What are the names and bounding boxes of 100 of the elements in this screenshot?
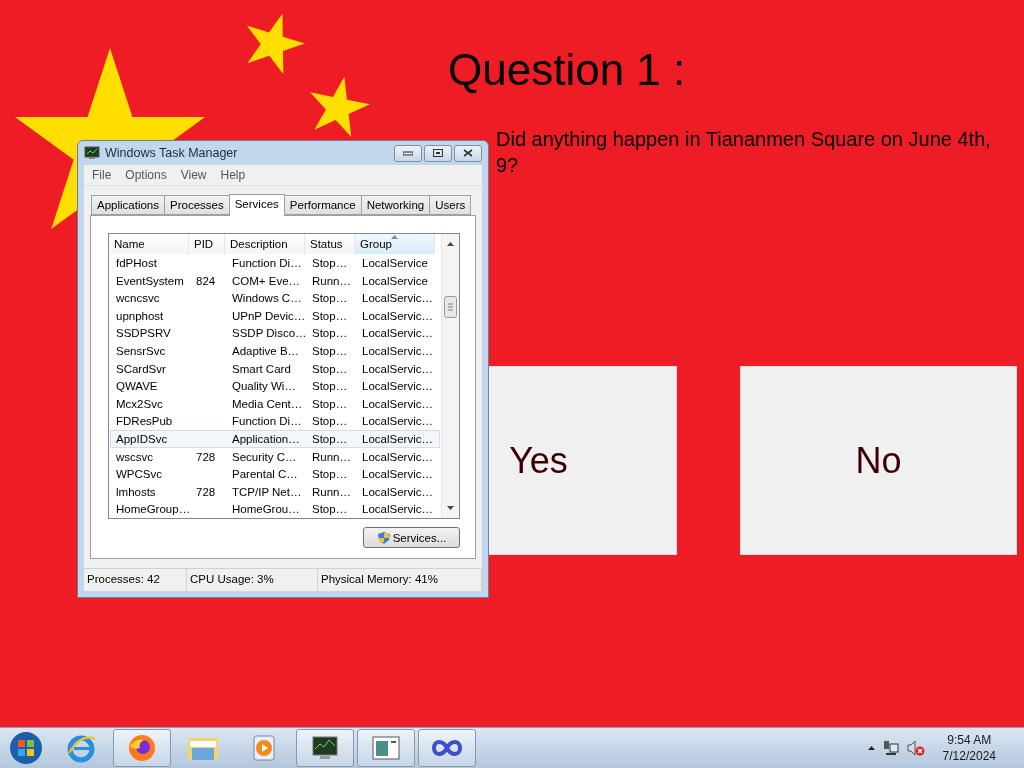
service-row[interactable]: upnphost UPnP Devic… Stop… LocalServic… (110, 306, 440, 325)
tab[interactable]: Performance (283, 195, 362, 215)
column-header[interactable]: Name (109, 234, 189, 255)
table-cell-text: Parental C… (231, 468, 299, 481)
column-header[interactable]: Group (355, 234, 435, 255)
column-header[interactable]: Description (225, 234, 305, 255)
table-cell-text: Stop… (311, 503, 349, 516)
table-cell-text: 728 (195, 485, 217, 498)
service-row[interactable]: EventSystem 824 COM+ Eve… Runn… LocalService (110, 271, 440, 290)
tab[interactable]: Processes (164, 195, 230, 215)
answer-button[interactable]: No (740, 366, 1017, 555)
table-cell-text: LocalService (361, 256, 429, 269)
close-icon (463, 149, 473, 157)
table-cell-text: LocalServic… (361, 309, 434, 322)
table-cell-text: LocalServic… (361, 292, 434, 305)
table-cell-text: UPnP Devic… (231, 309, 307, 322)
question-title: Question 1 : (448, 44, 687, 96)
table-cell-text: EventSystem (115, 274, 185, 287)
tab[interactable]: Users (429, 195, 472, 215)
taskbar-button[interactable] (418, 729, 476, 767)
tab[interactable]: Networking (360, 195, 431, 215)
window-title: Windows Task Manager (105, 146, 238, 160)
table-cell-text: FDResPub (115, 415, 174, 428)
table-cell-text: Windows C… (231, 292, 303, 305)
table-cell-text: Function Di… (231, 415, 303, 428)
table-cell-text: Stop… (311, 292, 349, 305)
table-cell-text: Stop… (311, 309, 349, 322)
table-cell-text: Application… (231, 432, 301, 445)
scrollbar[interactable] (441, 234, 459, 518)
table-cell-text: wscsvc (115, 450, 155, 463)
status-text: Processes: 42 (84, 569, 187, 591)
small-star (310, 76, 370, 138)
scroll-down-icon (447, 506, 454, 510)
maximize-icon (433, 149, 443, 157)
service-row[interactable]: wcncsvc Windows C… Stop… LocalServic… (110, 289, 440, 307)
menu-item[interactable]: Options (125, 168, 167, 182)
table-cell-text: Stop… (311, 327, 349, 340)
table-cell-text: Stop… (311, 380, 349, 393)
table-cell-text: SensrSvc (115, 344, 167, 357)
table-cell-text: Stop… (311, 468, 349, 481)
table-cell-text: SCardSvr (115, 362, 167, 375)
table-cell-text: HomeGrou… (231, 503, 301, 516)
table-cell-text: wcncsvc (115, 292, 161, 305)
shield-icon (376, 530, 391, 545)
tab[interactable]: Applications (91, 195, 165, 215)
minimize-icon (403, 150, 413, 156)
table-cell-text: upnphost (115, 309, 165, 322)
service-row[interactable]: fdPHost Function Di… Stop… LocalService (110, 254, 440, 272)
menu-item[interactable]: File (92, 168, 112, 182)
question-text: 9? (496, 153, 520, 178)
table-cell-text: TCP/IP Net… (231, 485, 303, 498)
table-cell-text: AppIDSvc (115, 432, 169, 445)
taskbar-button[interactable] (113, 729, 171, 767)
table-cell-text: Smart Card (231, 362, 292, 375)
clock-date: 7/12/2024 (942, 748, 996, 764)
fox-globe-icon (128, 734, 156, 762)
column-header[interactable]: Status (305, 234, 355, 255)
monitor-icon (84, 146, 100, 160)
table-cell-text: Adaptive B… (231, 344, 301, 357)
scroll-up-icon (447, 242, 454, 246)
menu-item[interactable]: Help (220, 168, 246, 182)
service-row[interactable]: SSDPSRV SSDP Disco… Stop… LocalServic… (110, 324, 440, 343)
taskbar-button[interactable] (296, 729, 354, 767)
table-cell-text: 728 (195, 450, 217, 463)
table-cell-text: Quality Wi… (231, 380, 297, 393)
table-cell-text: LocalService (361, 274, 429, 287)
table-cell-text: Function Di… (231, 256, 303, 269)
menu-item[interactable]: View (180, 168, 207, 182)
table-cell-text: QWAVE (115, 380, 159, 393)
table-cell-text: LocalServic… (361, 327, 434, 340)
muted-speaker-icon[interactable] (906, 740, 925, 756)
table-cell-text: 824 (195, 274, 217, 287)
table-cell-text: WPCSvc (115, 468, 163, 481)
play-icon (251, 734, 277, 762)
table-cell-text: Stop… (311, 432, 349, 445)
table-cell-text: SSDPSRV (115, 327, 172, 340)
service-row[interactable]: AppIDSvc Application… Stop… LocalServic… (110, 430, 440, 448)
question-text: Did anything happen in Tiananmen Square on June 4th, (496, 127, 992, 152)
table-cell-text: SSDP Disco… (231, 327, 307, 340)
close-button[interactable] (454, 144, 482, 162)
network-icon[interactable] (882, 740, 899, 756)
tab[interactable]: Services (228, 194, 285, 216)
table-cell-text: COM+ Eve… (231, 274, 302, 287)
table-cell-text: Runn… (311, 274, 352, 287)
maximize-button[interactable] (424, 144, 452, 162)
browser-e-icon (66, 733, 96, 763)
service-row[interactable]: SensrSvc Adaptive B… Stop… LocalServic… (110, 342, 440, 360)
tray-expand-icon[interactable] (867, 746, 875, 750)
column-header[interactable]: PID (189, 234, 225, 255)
table-cell-text: Stop… (311, 256, 349, 269)
infinity-icon (431, 737, 463, 759)
table-cell-text: Runn… (311, 485, 352, 498)
table-cell-text: Mcx2Svc (115, 397, 164, 410)
table-cell-text: Security C… (231, 450, 298, 463)
monitor-icon (310, 734, 340, 762)
status-text: CPU Usage: 3% (187, 569, 318, 591)
services-button[interactable]: Services... (363, 527, 460, 548)
table-cell-text: lmhosts (115, 485, 157, 498)
scroll-thumb[interactable] (444, 296, 457, 318)
table-cell-text: LocalServic… (361, 344, 434, 357)
